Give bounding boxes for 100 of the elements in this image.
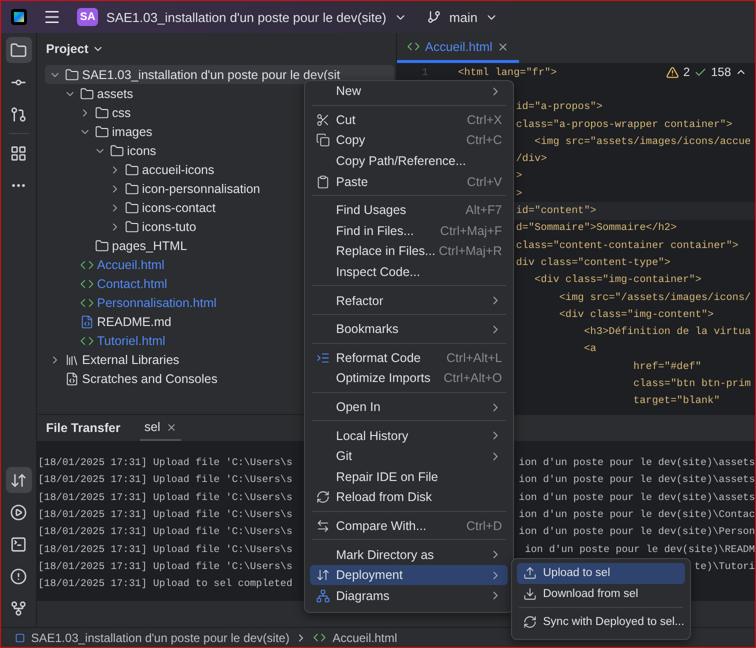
menu-item[interactable]: New — [310, 81, 508, 102]
passed-count[interactable]: 158 — [710, 65, 731, 79]
breadcrumb-item[interactable]: SAE1.03_installation d'un poste pour le dev(site) — [31, 630, 290, 644]
menu-item[interactable]: Replace in Files... Ctrl+Maj+R — [310, 241, 508, 262]
folder-icon[interactable] — [10, 42, 27, 58]
log-line: ion d'un poste pour le dev(site)\Person — [518, 527, 755, 538]
code-line: <a — [582, 343, 596, 356]
log-line: ion d'un poste pour le dev(site)\assets — [518, 475, 755, 486]
folder-icon — [125, 182, 139, 196]
menu-item[interactable]: Mark Directory as — [310, 544, 508, 565]
log-line: te)\Tutori — [694, 562, 755, 573]
code-line: <div class="img-content"> — [558, 308, 714, 321]
git-icon[interactable] — [10, 600, 27, 616]
copy-icon — [316, 133, 330, 148]
menu-item[interactable]: Open In — [310, 396, 508, 418]
shortcut-label: Ctrl+X — [466, 112, 502, 127]
code-line: > — [516, 170, 522, 182]
shortcut-label: Ctrl+Maj+R — [438, 244, 502, 258]
menu-item[interactable]: Find in Files... Ctrl+Maj+F — [310, 220, 508, 242]
structure-icon[interactable] — [10, 144, 27, 162]
project-name[interactable]: SAE1.03_installation d'un poste pour le dev(site) — [106, 10, 386, 24]
log-line: [18/01/2025 17:31] Upload file 'C:\Users\s — [38, 527, 292, 538]
menu-item[interactable]: Deployment — [310, 564, 508, 586]
code-line: id="a-propos"> — [516, 101, 603, 114]
warning-icon[interactable] — [666, 66, 680, 78]
log-line: [18/01/2025 17:31] Upload to sel completed — [38, 579, 292, 590]
code-line: class="content-container container"> — [516, 240, 738, 252]
menu-item[interactable]: Upload to sel — [517, 563, 685, 584]
menu-item[interactable]: Diagrams — [310, 585, 508, 606]
sync-icon — [523, 615, 537, 630]
alert-icon[interactable] — [10, 568, 27, 584]
menu-item[interactable]: Sync with Deployed to sel... — [517, 612, 685, 633]
menu-item[interactable]: Optimize Imports Ctrl+Alt+O — [310, 368, 508, 389]
menu-item[interactable]: Repair IDE on File — [310, 466, 508, 488]
menu-item[interactable]: Find Usages Alt+F7 — [310, 200, 508, 221]
play-icon[interactable] — [10, 504, 27, 520]
refresh-icon — [316, 490, 330, 504]
upload-icon — [523, 566, 537, 580]
transfer-tool-button[interactable] — [6, 467, 32, 493]
menu-item[interactable]: Reformat Code Ctrl+Alt+L — [310, 348, 508, 368]
shortcut-label: Ctrl+D — [466, 518, 502, 533]
code-line: div class="content-type"> — [516, 256, 670, 269]
shortcut-label: Ctrl+V — [466, 174, 502, 189]
scratch-file-icon — [65, 372, 79, 386]
breadcrumb-item[interactable]: Accueil.html — [332, 630, 398, 644]
code-file-icon — [313, 631, 326, 644]
project-tool-button[interactable] — [6, 37, 32, 63]
warning-count[interactable]: 2 — [683, 65, 690, 79]
branch-icon — [427, 10, 442, 24]
scissors-icon — [316, 112, 330, 127]
menu-item[interactable]: Compare With... Ctrl+D — [310, 516, 508, 536]
diagram-icon — [316, 588, 330, 603]
log-line: [18/01/2025 17:31] Upload file 'C:\Users\s — [38, 458, 292, 470]
menu-item[interactable]: Download from sel — [517, 584, 685, 604]
clipboard-icon — [316, 174, 330, 189]
menu-item[interactable]: Bookmarks — [310, 318, 508, 340]
shortcut-label: Ctrl+Maj+F — [440, 224, 502, 238]
code-line: <img src="assets/images/icons/accue — [534, 136, 751, 148]
tree-item[interactable]: SAE1.03_installation d'un poste pour le dev(sit — [45, 65, 394, 84]
pull-request-icon[interactable] — [10, 106, 27, 122]
log-line: ion d'un poste pour le dev(site)\Contac — [518, 510, 755, 522]
panel-title[interactable]: Project — [46, 42, 88, 56]
shortcut-label: Ctrl+C — [466, 133, 502, 148]
close-icon[interactable] — [166, 422, 178, 432]
folder-icon — [80, 86, 94, 100]
check-icon[interactable] — [694, 66, 707, 78]
menu-item[interactable]: Refactor — [310, 290, 508, 311]
menu-item[interactable]: Paste Ctrl+V — [310, 171, 508, 192]
code-line: class="btn btn-prim — [632, 378, 751, 390]
log-line: [18/01/2025 17:31] Upload file 'C:\Users\s — [38, 510, 292, 522]
code-line: d="Sommaire">Sommaire</h2> — [516, 222, 677, 234]
branch-name[interactable]: main — [449, 10, 478, 24]
transfer-arrows-icon[interactable] — [10, 472, 27, 488]
menu-item[interactable]: Copy Path/Reference... — [310, 150, 508, 172]
menu-item[interactable]: Git — [310, 446, 508, 466]
markdown-file-icon — [80, 314, 94, 328]
menu-item[interactable]: Inspect Code... — [310, 262, 508, 282]
code-file-icon — [407, 40, 420, 53]
app-logo-icon[interactable] — [11, 9, 27, 25]
menu-item[interactable]: Local History — [310, 425, 508, 446]
menu-item[interactable]: Copy Ctrl+C — [310, 130, 508, 151]
panel-title: File Transfer — [46, 421, 120, 435]
terminal-icon[interactable] — [10, 536, 27, 552]
code-line: href="#def" — [632, 360, 702, 373]
shortcut-label: Alt+F7 — [466, 203, 502, 218]
code-line: class="a-propos-wrapper container"> — [516, 118, 732, 131]
folder-icon — [110, 144, 124, 158]
library-icon — [65, 352, 79, 366]
menu-icon[interactable] — [43, 8, 61, 26]
log-line: ion d'un poste pour le dev(site)\assets — [518, 458, 755, 470]
code-line: id="content"> — [516, 205, 596, 218]
folder-icon — [125, 162, 139, 176]
shortcut-label: Ctrl+Alt+O — [444, 371, 502, 386]
menu-item[interactable]: Cut Ctrl+X — [310, 110, 508, 130]
menu-item[interactable]: Reload from Disk — [310, 487, 508, 508]
shortcut-label: Ctrl+Alt+L — [446, 350, 502, 365]
code-line: > — [516, 188, 522, 200]
code-line: <html lang="fr"> — [458, 66, 557, 79]
log-line: [18/01/2025 17:31] Upload file 'C:\Users\s — [38, 562, 292, 573]
close-icon[interactable] — [497, 40, 510, 52]
